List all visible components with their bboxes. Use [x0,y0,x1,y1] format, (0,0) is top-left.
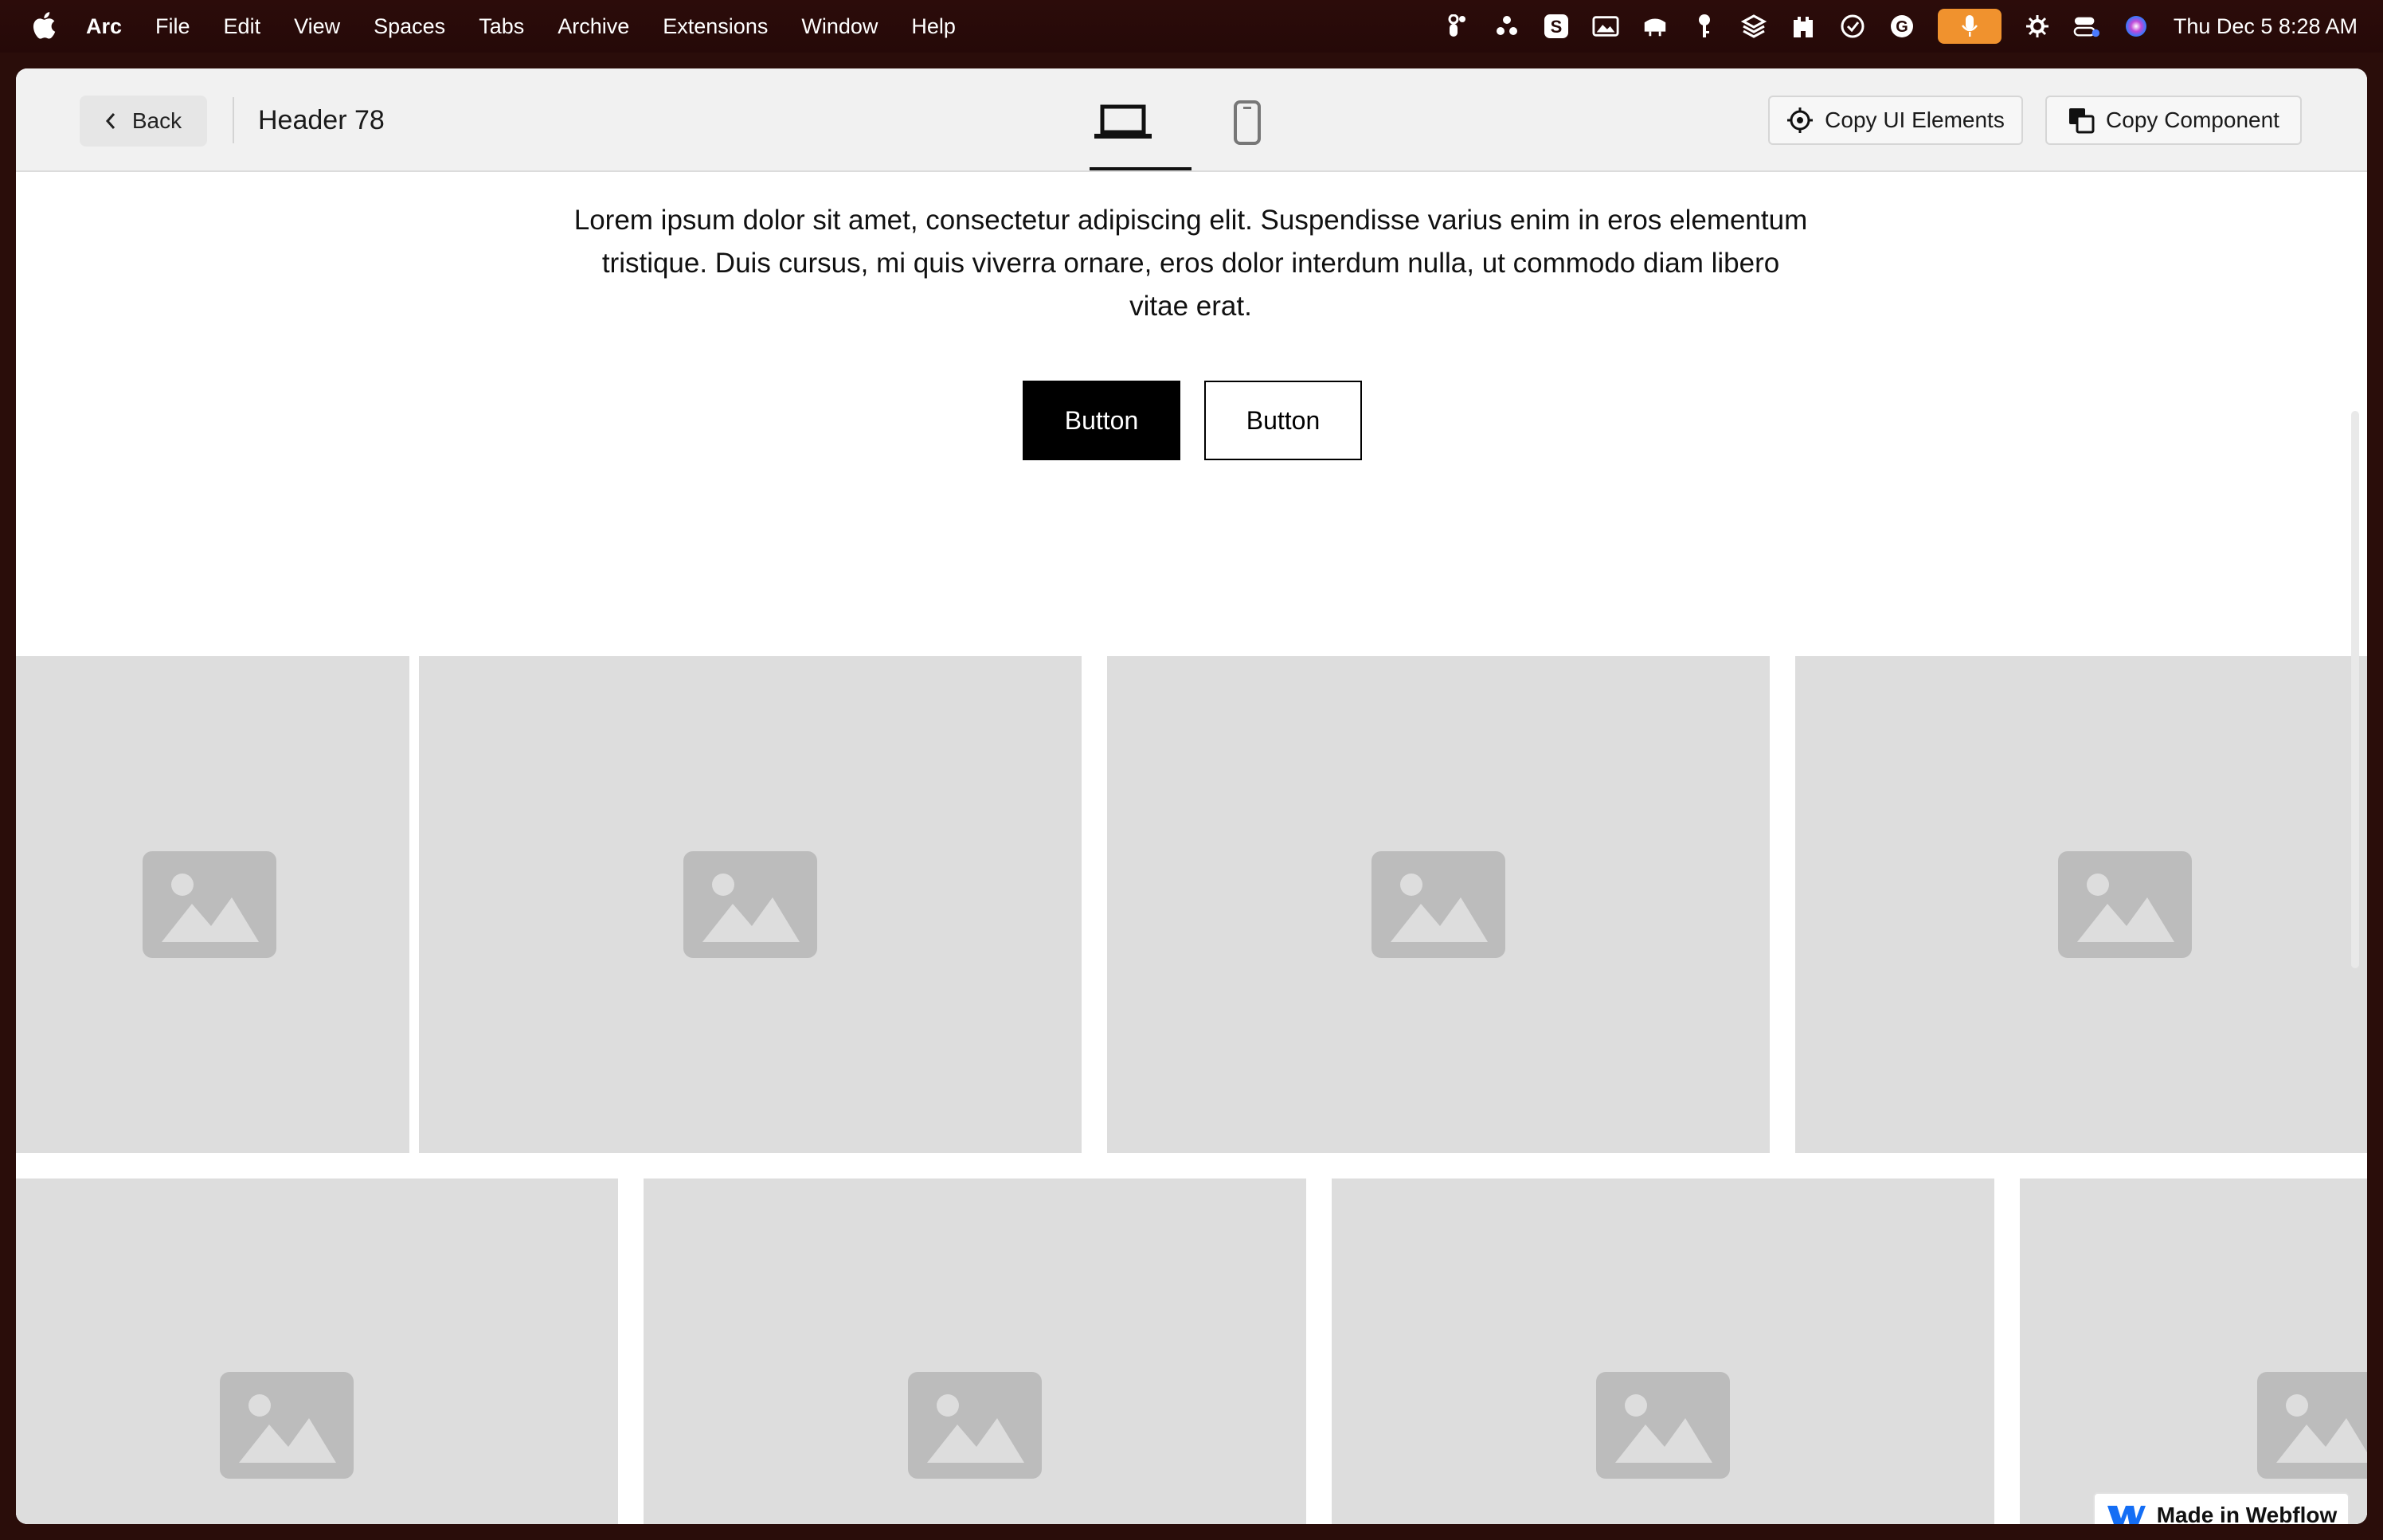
siri-icon[interactable] [2123,13,2150,40]
menu-app-name[interactable]: Arc [86,14,122,39]
back-label: Back [131,108,182,133]
menu-edit[interactable]: Edit [224,14,261,39]
laptop-icon [1094,104,1152,139]
made-in-webflow-badge[interactable]: Made in Webflow [2093,1492,2350,1524]
menu-spaces[interactable]: Spaces [374,14,445,39]
control-center-icon[interactable] [2073,13,2100,40]
phone-icon [1234,100,1261,145]
svg-text:S: S [1551,17,1563,37]
secondary-button[interactable]: Button [1204,381,1362,460]
image-placeholder [1107,656,1770,1153]
image-icon [143,851,276,958]
hero-paragraph: Lorem ipsum dolor sit amet, consectetur … [573,205,1808,322]
desktop-view-button[interactable] [1090,100,1156,145]
layers-icon[interactable] [1740,13,1767,40]
menu-extensions[interactable]: Extensions [663,14,768,39]
image-icon [2058,851,2192,958]
image-placeholder [16,1178,618,1524]
figma-icon[interactable] [1444,13,1471,40]
webflow-logo-icon [2107,1506,2146,1524]
grammarly-icon[interactable]: G [1888,13,1915,40]
image-icon [2257,1372,2367,1479]
copy-icon [2069,108,2095,134]
primary-button[interactable]: Button [1023,381,1180,460]
gear-icon[interactable] [2024,13,2051,40]
scrollbar[interactable] [2351,411,2359,968]
copy-ui-elements-button[interactable]: Copy UI Elements [1768,96,2023,145]
image-placeholder [2020,1178,2367,1524]
image-placeholder [419,656,1082,1153]
badge-label: Made in Webflow [2156,1503,2338,1524]
copy-ui-elements-label: Copy UI Elements [1825,107,2005,132]
copy-component-label: Copy Component [2106,107,2279,132]
crosshair-icon [1787,107,1814,133]
castle-icon[interactable] [1790,13,1817,40]
back-button[interactable]: Back [80,96,207,147]
menu-view[interactable]: View [294,14,340,39]
menu-help[interactable]: Help [911,14,956,39]
menu-archive[interactable]: Archive [558,14,629,39]
chevron-left-icon [105,113,115,129]
image-icon [1371,851,1505,958]
page-title: Header 78 [258,105,385,135]
image-placeholder [644,1178,1306,1524]
people-icon[interactable] [1493,13,1520,40]
svg-text:G: G [1896,18,1908,36]
image-placeholder [1332,1178,1994,1524]
menu-file[interactable]: File [155,14,190,39]
preview-toolbar: Back Header 78 Copy UI Elements Copy Com… [16,68,2367,172]
menu-clock[interactable]: Thu Dec 5 8:28 AM [2174,14,2358,39]
cloud-icon[interactable] [1641,13,1669,40]
menu-tabs[interactable]: Tabs [479,14,524,39]
copy-component-button[interactable]: Copy Component [2045,96,2302,145]
mobile-view-button[interactable] [1223,99,1271,147]
toolbar-divider [233,97,234,143]
browser-window: Back Header 78 Copy UI Elements Copy Com… [16,68,2367,1524]
image-placeholder [1795,656,2367,1153]
microphone-icon[interactable] [1937,9,2001,44]
clock-check-icon[interactable] [1839,13,1866,40]
preview-canvas: Lorem ipsum dolor sit amet, consectetur … [16,172,2367,1524]
image-icon [683,851,817,958]
apple-icon[interactable] [32,11,56,40]
image-icon [1596,1372,1730,1479]
image-icon [220,1372,354,1479]
s-app-icon[interactable]: S [1543,13,1570,40]
menu-bar: Arc File Edit View Spaces Tabs Archive E… [0,0,2383,53]
menu-window[interactable]: Window [801,14,878,39]
image-placeholder [16,656,409,1153]
status-area: S G Thu Dec 5 8:28 AM [1422,0,2358,53]
selected-view-indicator [1090,167,1192,170]
photos-icon[interactable] [1592,13,1619,40]
key-icon[interactable] [1691,13,1718,40]
image-icon [908,1372,1042,1479]
